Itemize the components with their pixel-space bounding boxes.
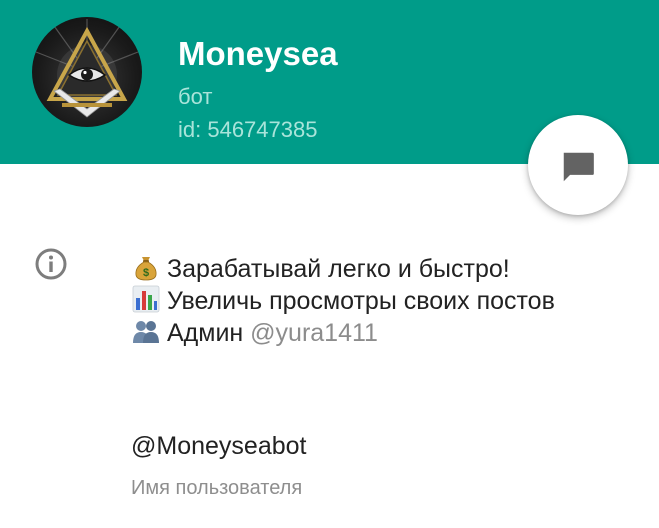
- bio-line-text: Увеличь просмотры своих постов: [167, 287, 555, 315]
- bio-line-text: Зарабатывай легко и быстро!: [167, 255, 510, 283]
- chat-bubble-icon: [563, 152, 594, 182]
- bot-profile-screen: Moneysea бот id: 546747385 $ Зарабатывай…: [0, 0, 659, 528]
- money-bag-icon: $: [135, 257, 157, 281]
- admin-mention-link[interactable]: @yura1411: [250, 319, 378, 347]
- bio-line-text: Админ: [167, 319, 251, 347]
- info-icon: [35, 248, 67, 280]
- busts-icon: [133, 321, 159, 343]
- profile-type: бот: [178, 84, 213, 109]
- profile-id: id: 546747385: [178, 117, 318, 142]
- bio-line: Админ @yura1411: [131, 317, 631, 349]
- bar-chart-icon: [132, 285, 160, 313]
- username-value[interactable]: @Moneyseabot: [131, 430, 306, 462]
- bio-text: $ Зарабатывай легко и быстро! Увеличь пр…: [131, 253, 631, 349]
- avatar[interactable]: [32, 17, 142, 127]
- bio-line: Увеличь просмотры своих постов: [131, 285, 631, 317]
- svg-text:$: $: [143, 267, 149, 279]
- username-label: Имя пользователя: [131, 477, 303, 499]
- bio-line: $ Зарабатывай легко и быстро!: [131, 253, 631, 285]
- send-message-button[interactable]: [528, 115, 628, 215]
- eye-pyramid-icon: [35, 19, 139, 118]
- profile-name: Moneysea: [178, 35, 338, 72]
